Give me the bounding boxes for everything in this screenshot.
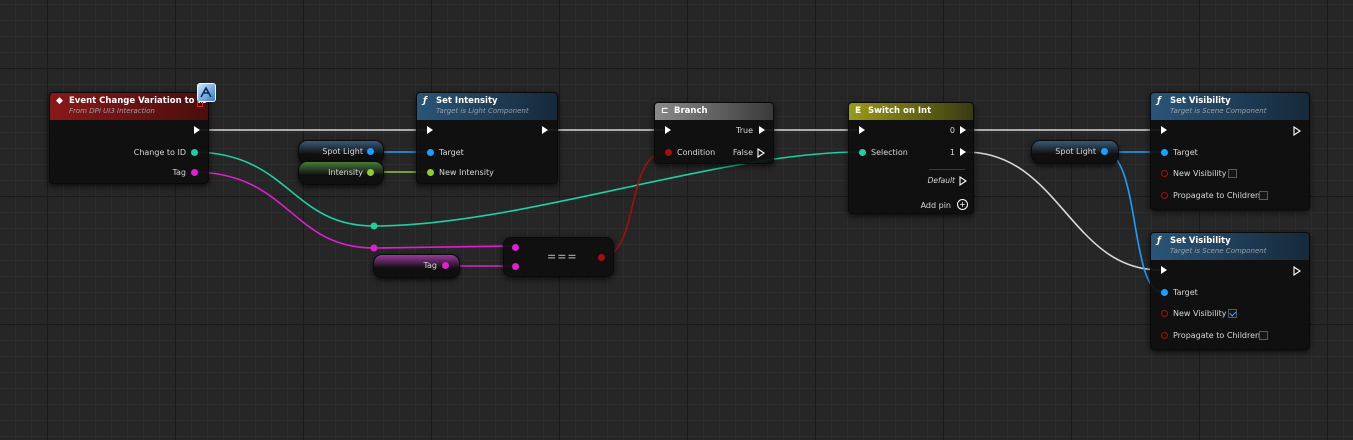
target-pin[interactable]: [1161, 289, 1168, 296]
propagate-pin[interactable]: [1161, 192, 1168, 199]
node-subtitle: From DPI UI3 Interaction: [69, 107, 155, 115]
propagate-checkbox[interactable]: [1259, 191, 1268, 200]
operand-b-pin[interactable]: [512, 263, 519, 270]
new-intensity-pin[interactable]: [427, 169, 434, 176]
function-icon: ƒ: [1157, 236, 1161, 246]
node-title: Switch on Int: [868, 106, 932, 116]
branch-node[interactable]: ⊏ Branch True Condition False: [654, 102, 774, 164]
add-pin-icon[interactable]: +: [957, 199, 968, 210]
false-label: False: [732, 148, 753, 157]
new-visibility-pin[interactable]: [1161, 170, 1168, 177]
new-intensity-label: New Intensity: [439, 168, 494, 177]
reroute-knot[interactable]: [370, 222, 378, 230]
tag-pin[interactable]: [191, 169, 198, 176]
exec-wire: [964, 151, 1161, 271]
exec-in-pin[interactable]: [859, 126, 865, 134]
target-label: Target: [439, 148, 464, 157]
propagate-label: Propagate to Children: [1173, 191, 1261, 200]
out-0-exec-pin[interactable]: [960, 126, 966, 134]
interface-badge-icon: [197, 83, 216, 102]
intensity-variable[interactable]: Intensity: [298, 161, 384, 185]
target-label: Target: [1173, 148, 1198, 157]
condition-label: Condition: [677, 148, 716, 157]
exec-out-pin[interactable]: [542, 126, 548, 134]
selection-label: Selection: [871, 148, 908, 157]
new-visibility-checkbox[interactable]: [1228, 309, 1237, 318]
variable-label: Intensity: [328, 168, 363, 177]
out-0-label: 0: [949, 126, 955, 135]
node-subtitle: Target is Scene Component: [1170, 107, 1267, 115]
result-pin[interactable]: [598, 254, 605, 261]
tag-variable[interactable]: Tag: [373, 254, 460, 278]
out-1-label: 1: [949, 148, 955, 157]
function-node-header: ƒ Set Intensity Target is Light Componen…: [417, 93, 557, 120]
event-change-variation-node[interactable]: ◆ Event Change Variation to ID From DPI …: [49, 92, 209, 184]
node-title: Set Visibility: [1170, 96, 1231, 106]
new-visibility-label: New Visibility: [1173, 169, 1227, 178]
set-visibility-node-2[interactable]: ƒ Set Visibility Target is Scene Compone…: [1150, 232, 1310, 350]
spot-light-out-pin[interactable]: [1101, 148, 1108, 155]
target-pin[interactable]: [1161, 149, 1168, 156]
exec-in-pin[interactable]: [427, 126, 433, 134]
propagate-label: Propagate to Children: [1173, 331, 1261, 340]
default-exec-pin[interactable]: [959, 176, 967, 186]
node-title: Set Intensity: [436, 96, 498, 106]
branch-icon: ⊏: [661, 106, 669, 116]
node-subtitle: Target is Scene Component: [1170, 247, 1267, 255]
wire-layer: [191, 129, 1163, 293]
exec-out-pin[interactable]: [194, 126, 200, 134]
propagate-checkbox[interactable]: [1259, 331, 1268, 340]
function-icon: ƒ: [1157, 96, 1161, 106]
variable-label: Tag: [423, 261, 437, 270]
propagate-pin[interactable]: [1161, 332, 1168, 339]
true-label: True: [736, 126, 753, 135]
new-visibility-label: New Visibility: [1173, 309, 1227, 318]
variable-label: Spot Light: [1055, 147, 1096, 156]
new-visibility-checkbox[interactable]: [1228, 169, 1237, 178]
intensity-out-pin[interactable]: [367, 169, 374, 176]
selection-pin[interactable]: [859, 149, 866, 156]
event-diamond-icon: ◆: [56, 96, 63, 106]
switch-icon: ⵟ: [855, 106, 862, 116]
add-pin-label[interactable]: Add pin: [921, 201, 951, 210]
change-to-id-label: Change to ID: [133, 148, 186, 157]
node-title: Event Change Variation to ID: [69, 96, 208, 106]
tag-out-pin[interactable]: [442, 262, 449, 269]
out-1-exec-pin[interactable]: [960, 148, 966, 156]
switch-node-header: ⵟ Switch on Int: [849, 103, 973, 120]
node-subtitle: Target is Light Component: [436, 107, 529, 115]
set-visibility-node-1[interactable]: ƒ Set Visibility Target is Scene Compone…: [1150, 92, 1310, 210]
operand-a-pin[interactable]: [512, 244, 519, 251]
node-title: Branch: [674, 106, 708, 116]
function-icon: ƒ: [423, 96, 427, 106]
true-exec-pin[interactable]: [759, 126, 765, 134]
default-label: Default: [927, 176, 955, 185]
equal-operator-node[interactable]: ===: [503, 237, 614, 277]
exec-out-pin[interactable]: [1293, 266, 1301, 276]
branch-node-header: ⊏ Branch: [655, 103, 773, 120]
switch-on-int-node[interactable]: ⵟ Switch on Int 0 Selection 1 Default Ad…: [848, 102, 974, 214]
exec-out-pin[interactable]: [1293, 126, 1301, 136]
node-title: Set Visibility: [1170, 236, 1231, 246]
operator-label: ===: [547, 250, 578, 263]
exec-in-pin[interactable]: [1161, 126, 1167, 134]
change-to-id-pin[interactable]: [191, 149, 198, 156]
divider: [929, 169, 965, 170]
exec-in-pin[interactable]: [665, 126, 671, 134]
tag-label: Tag: [172, 168, 186, 177]
reroute-knot[interactable]: [370, 244, 378, 252]
target-pin[interactable]: [427, 149, 434, 156]
set-intensity-node[interactable]: ƒ Set Intensity Target is Light Componen…: [416, 92, 558, 184]
condition-pin[interactable]: [665, 149, 672, 156]
spot-light-out-pin[interactable]: [367, 148, 374, 155]
exec-in-pin[interactable]: [1161, 266, 1167, 274]
false-exec-pin[interactable]: [757, 148, 765, 158]
spot-light-variable-2[interactable]: Spot Light: [1031, 140, 1119, 164]
new-visibility-pin[interactable]: [1161, 310, 1168, 317]
variable-label: Spot Light: [322, 147, 363, 156]
function-node-header: ƒ Set Visibility Target is Scene Compone…: [1151, 233, 1309, 260]
target-label: Target: [1173, 288, 1198, 297]
event-node-header: ◆ Event Change Variation to ID From DPI …: [50, 93, 208, 120]
function-node-header: ƒ Set Visibility Target is Scene Compone…: [1151, 93, 1309, 120]
